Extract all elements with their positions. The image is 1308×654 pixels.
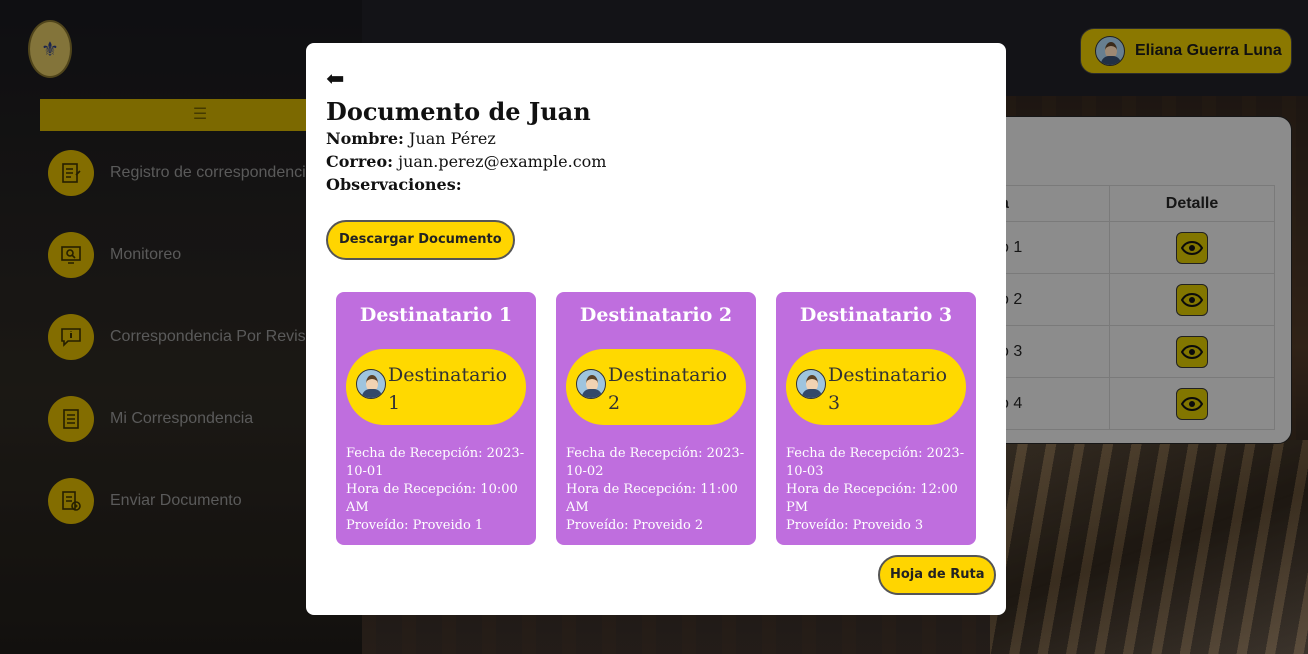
- recipient-name: Destinatario 2: [608, 364, 728, 414]
- reception-date: Fecha de Recepción: 2023-10-01: [346, 446, 525, 479]
- observations-label: Observaciones:: [326, 175, 462, 194]
- email-label: Correo:: [326, 152, 394, 171]
- route-sheet-button[interactable]: Hoja de Ruta: [878, 555, 997, 595]
- card-info: Fecha de Recepción: 2023-10-02 Hora de R…: [566, 445, 746, 535]
- avatar: [796, 369, 826, 399]
- reception-time: Hora de Recepción: 10:00 AM: [346, 482, 518, 515]
- recipient-card: Destinatario 1 Destinatario 1 Fecha de R…: [336, 292, 536, 545]
- reception-time: Hora de Recepción: 12:00 PM: [786, 482, 958, 515]
- recipient-pill[interactable]: Destinatario 1: [346, 349, 526, 425]
- recipient-name: Destinatario 3: [828, 364, 948, 414]
- recipient-cards: Destinatario 1 Destinatario 1 Fecha de R…: [336, 292, 976, 545]
- name-field: Nombre: Juan Pérez: [326, 127, 986, 150]
- back-arrow-icon[interactable]: ⬅: [326, 69, 356, 93]
- recipient-pill[interactable]: Destinatario 3: [786, 349, 966, 425]
- document-modal: ⬅ Documento de Juan Nombre: Juan Pérez C…: [306, 43, 1006, 615]
- name-value: Juan Pérez: [409, 129, 496, 148]
- recipient-card: Destinatario 3 Destinatario 3 Fecha de R…: [776, 292, 976, 545]
- card-title: Destinatario 1: [359, 304, 513, 326]
- recipient-pill[interactable]: Destinatario 2: [566, 349, 746, 425]
- recipient-name: Destinatario 1: [388, 364, 508, 414]
- proveido: Proveído: Proveido 1: [346, 518, 484, 533]
- email-value: juan.perez@example.com: [398, 152, 607, 171]
- card-info: Fecha de Recepción: 2023-10-03 Hora de R…: [786, 445, 966, 535]
- proveido: Proveído: Proveido 3: [786, 518, 924, 533]
- card-title: Destinatario 3: [799, 304, 953, 326]
- reception-time: Hora de Recepción: 11:00 AM: [566, 482, 738, 515]
- observations-field: Observaciones:: [326, 173, 986, 196]
- download-document-button[interactable]: Descargar Documento: [326, 220, 515, 260]
- modal-title: Documento de Juan: [326, 97, 591, 126]
- email-field: Correo: juan.perez@example.com: [326, 150, 986, 173]
- reception-date: Fecha de Recepción: 2023-10-02: [566, 446, 745, 479]
- reception-date: Fecha de Recepción: 2023-10-03: [786, 446, 965, 479]
- name-label: Nombre:: [326, 129, 404, 148]
- avatar: [356, 369, 386, 399]
- proveido: Proveído: Proveido 2: [566, 518, 704, 533]
- card-info: Fecha de Recepción: 2023-10-01 Hora de R…: [346, 445, 526, 535]
- card-title: Destinatario 2: [579, 304, 733, 326]
- recipient-card: Destinatario 2 Destinatario 2 Fecha de R…: [556, 292, 756, 545]
- avatar: [576, 369, 606, 399]
